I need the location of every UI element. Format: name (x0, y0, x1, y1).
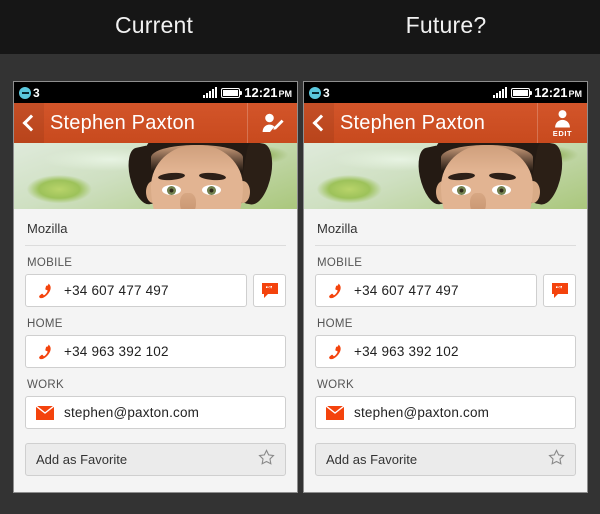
status-bar-right: 12:21 PM (493, 86, 582, 99)
phone-value-home: +34 963 392 102 (64, 344, 169, 359)
field-row-work: stephen@paxton.com (315, 396, 576, 429)
contact-details: Mozilla MOBILE +34 607 477 497 “” HOME +… (304, 209, 587, 492)
phone-value-home: +34 963 392 102 (354, 344, 459, 359)
send-message-button[interactable]: “” (253, 274, 286, 307)
svg-text:“”: “” (555, 286, 562, 293)
phone-value-mobile: +34 607 477 497 (354, 283, 459, 298)
status-bar-left: 3 (19, 85, 40, 100)
clock-ampm: PM (278, 89, 293, 99)
star-outline-icon (548, 448, 565, 471)
edit-contact-icon (262, 113, 284, 132)
add-favorite-label: Add as Favorite (36, 452, 128, 467)
edit-contact-button[interactable] (247, 103, 297, 143)
add-favorite-label: Add as Favorite (326, 452, 418, 467)
back-button[interactable] (304, 103, 334, 143)
phone-field-home[interactable]: +34 963 392 102 (315, 335, 576, 368)
message-bubble-icon: “” (261, 282, 278, 298)
page-title: Stephen Paxton (50, 111, 196, 134)
svg-text:“”: “” (265, 286, 272, 293)
status-clock: 12:21 PM (244, 86, 292, 99)
phone-icon (329, 344, 341, 359)
edit-contact-button[interactable]: EDIT (537, 103, 587, 143)
contact-photo (14, 143, 297, 209)
back-chevron-icon (22, 114, 40, 132)
contact-company: Mozilla (25, 209, 286, 246)
minus-circle-icon (309, 86, 321, 99)
status-bar-right: 12:21 PM (203, 86, 292, 99)
field-label-mobile: MOBILE (27, 257, 73, 269)
notification-count: 3 (33, 85, 40, 100)
field-row-work: stephen@paxton.com (25, 396, 286, 429)
envelope-icon (326, 405, 344, 420)
field-row-home: +34 963 392 102 (315, 335, 576, 368)
caption-future: Future? (405, 12, 487, 38)
contact-details: Mozilla MOBILE +34 607 477 497 “” HOME +… (14, 209, 297, 492)
email-value-work: stephen@paxton.com (354, 405, 490, 420)
phone-icon (39, 344, 51, 359)
phone-panel-future: 3 12:21 PM Stephen Paxton EDIT Mozilla M… (303, 81, 588, 493)
field-label-home: HOME (27, 318, 63, 330)
battery-icon (511, 87, 533, 98)
clock-time: 12:21 (534, 85, 568, 100)
page-title: Stephen Paxton (340, 111, 486, 134)
status-clock: 12:21 PM (534, 86, 582, 99)
message-bubble-icon: “” (551, 282, 568, 298)
field-label-work: WORK (317, 379, 354, 391)
status-bar-left: 3 (309, 85, 330, 100)
notification-count: 3 (323, 85, 330, 100)
field-label-home: HOME (317, 318, 353, 330)
caption-band: Current Future? (0, 0, 600, 54)
email-field-work[interactable]: stephen@paxton.com (25, 396, 286, 429)
comparison-stage: 3 12:21 PM Stephen Paxton Mozilla MOBILE… (0, 54, 600, 514)
field-row-mobile: +34 607 477 497 “” (25, 274, 286, 307)
field-row-home: +34 963 392 102 (25, 335, 286, 368)
field-label-work: WORK (27, 379, 64, 391)
email-field-work[interactable]: stephen@paxton.com (315, 396, 576, 429)
title-bar: Stephen Paxton EDIT (304, 103, 587, 143)
battery-icon (221, 87, 243, 98)
send-message-button[interactable]: “” (543, 274, 576, 307)
add-favorite-button[interactable]: Add as Favorite (315, 443, 576, 476)
signal-bars-icon (493, 87, 508, 98)
phone-icon (39, 283, 51, 298)
clock-time: 12:21 (244, 85, 278, 100)
envelope-icon (36, 405, 54, 420)
minus-circle-icon (19, 86, 31, 99)
star-outline-icon (258, 448, 275, 471)
person-icon (555, 109, 570, 128)
status-bar: 3 12:21 PM (14, 82, 297, 103)
phone-field-mobile[interactable]: +34 607 477 497 (315, 274, 537, 307)
phone-field-mobile[interactable]: +34 607 477 497 (25, 274, 247, 307)
back-chevron-icon (312, 114, 330, 132)
signal-bars-icon (203, 87, 218, 98)
edit-button-label: EDIT (552, 128, 573, 138)
status-bar: 3 12:21 PM (304, 82, 587, 103)
add-favorite-button[interactable]: Add as Favorite (25, 443, 286, 476)
caption-current: Current (114, 12, 194, 38)
phone-field-home[interactable]: +34 963 392 102 (25, 335, 286, 368)
phone-value-mobile: +34 607 477 497 (64, 283, 169, 298)
title-bar: Stephen Paxton (14, 103, 297, 143)
phone-panel-current: 3 12:21 PM Stephen Paxton Mozilla MOBILE… (13, 81, 298, 493)
field-row-mobile: +34 607 477 497 “” (315, 274, 576, 307)
clock-ampm: PM (568, 89, 583, 99)
field-label-mobile: MOBILE (317, 257, 363, 269)
contact-company: Mozilla (315, 209, 576, 246)
email-value-work: stephen@paxton.com (64, 405, 200, 420)
contact-photo (304, 143, 587, 209)
phone-icon (329, 283, 341, 298)
back-button[interactable] (14, 103, 44, 143)
